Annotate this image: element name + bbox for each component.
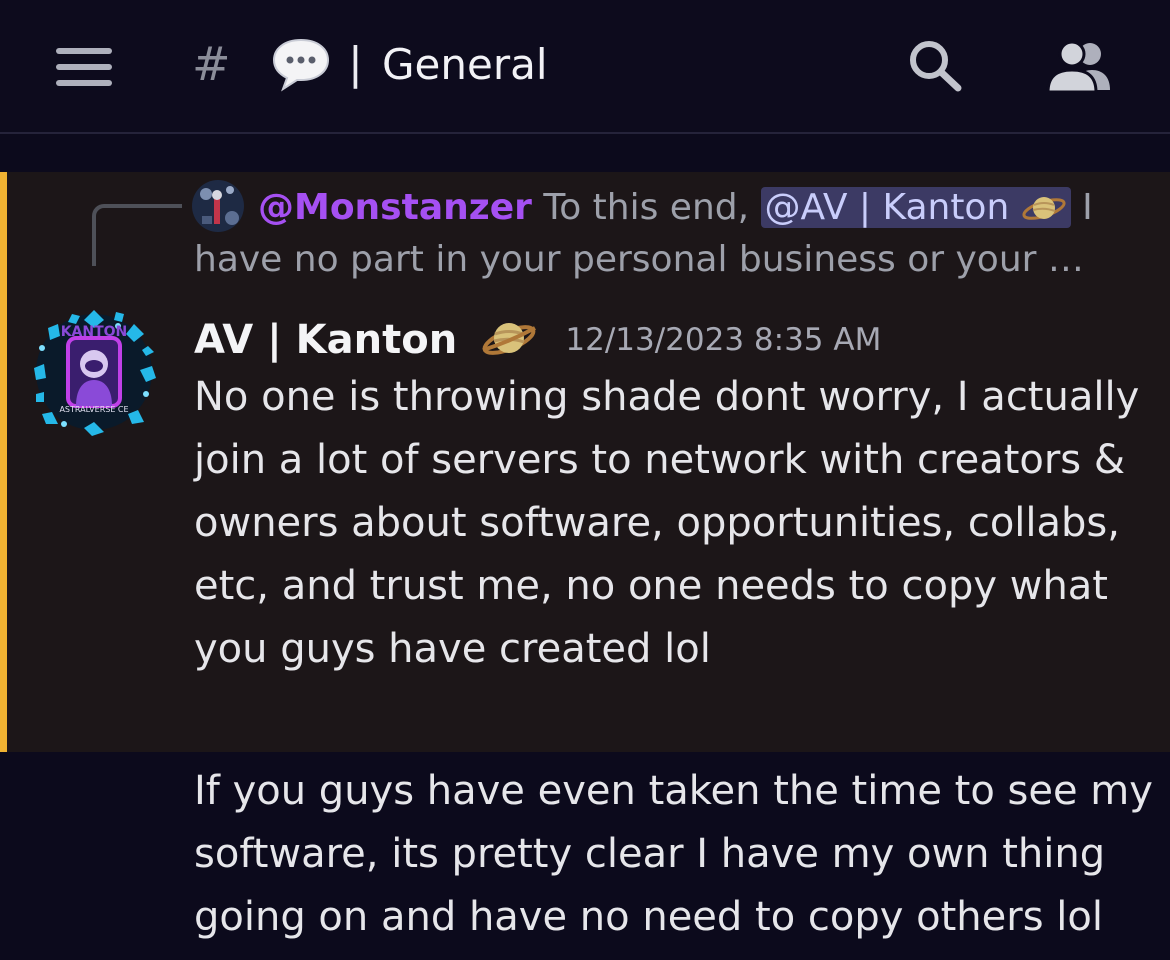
- mention-text: @AV | Kanton: [764, 187, 1010, 228]
- highlighted-message[interactable]: @Monstanzer To this end, @AV | Kanton I …: [0, 172, 1170, 752]
- reply-connector: [92, 204, 182, 266]
- mention-highlight-bar: [0, 172, 7, 752]
- saturn-icon: [1022, 197, 1066, 220]
- message-timestamp: 12/13/2023 8:35 AM: [565, 322, 882, 358]
- reply-author[interactable]: @Monstanzer: [258, 187, 532, 228]
- channel-name[interactable]: General: [382, 38, 548, 92]
- mention-pill[interactable]: @AV | Kanton: [760, 187, 1071, 228]
- reply-preview[interactable]: @Monstanzer To this end, @AV | Kanton I …: [194, 182, 1154, 286]
- channel-hash-icon: #: [192, 37, 231, 91]
- author-name[interactable]: AV | Kanton: [194, 317, 457, 363]
- chat-app: # | General @Monstanzer To this end, @AV…: [0, 0, 1170, 960]
- avatar[interactable]: KANTON ASTRALVERSE CE: [28, 306, 160, 438]
- avatar-text-top: KANTON: [61, 324, 128, 340]
- avatar-text-bottom: ASTRALVERSE CE: [59, 405, 128, 414]
- saturn-icon: [480, 308, 538, 372]
- channel-separator: |: [348, 38, 363, 89]
- message-body: No one is throwing shade dont worry, I a…: [194, 374, 1140, 672]
- speech-bubble-icon: [270, 36, 332, 96]
- message-header: AV | Kanton 12/13/2023 8:35 AM: [194, 308, 881, 364]
- menu-icon[interactable]: [56, 48, 112, 86]
- search-icon[interactable]: [906, 38, 966, 98]
- reply-text-before: To this end,: [531, 187, 761, 228]
- followup-message: If you guys have even taken the time to …: [194, 768, 1153, 940]
- members-icon[interactable]: [1046, 40, 1112, 98]
- channel-header: # | General: [0, 0, 1170, 134]
